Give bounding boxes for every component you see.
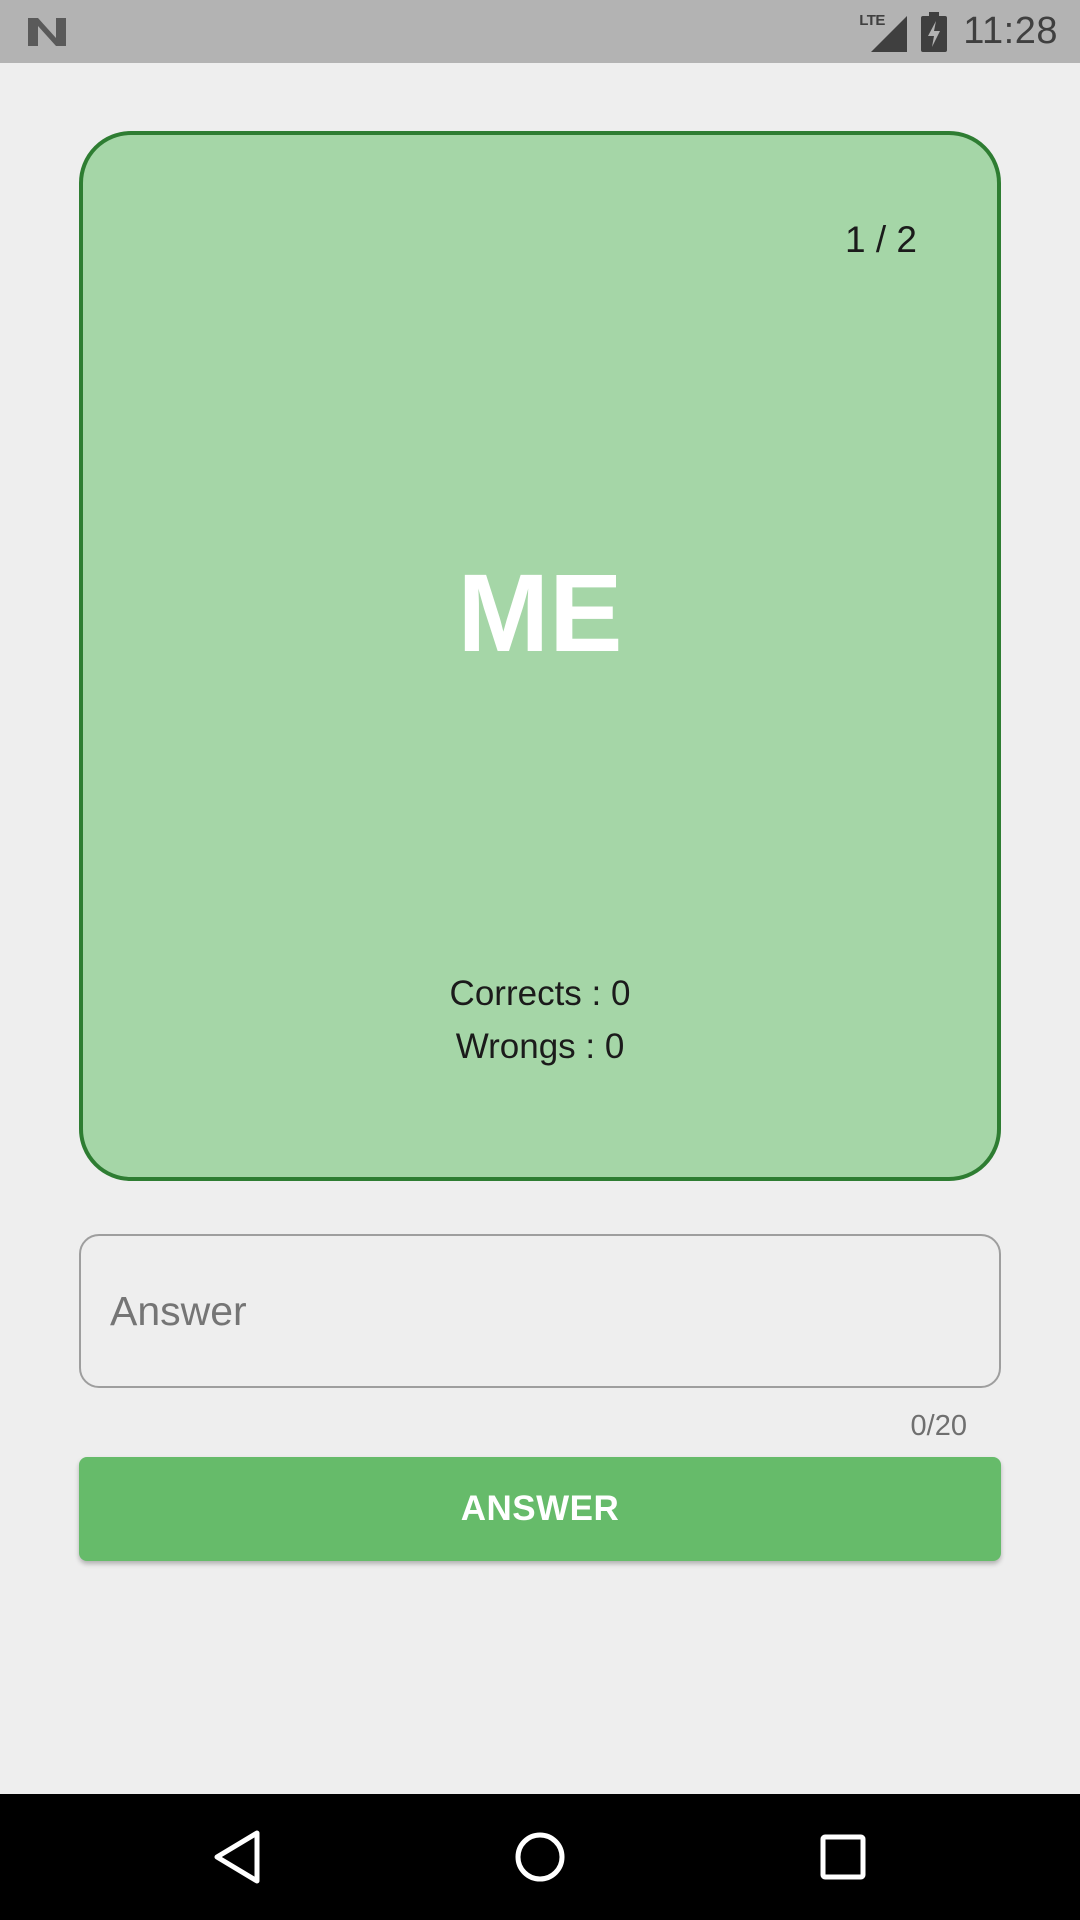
notification-n-icon [28,18,66,46]
signal-icon: LTE [859,10,909,54]
wrongs-count: Wrongs : 0 [455,1027,625,1066]
back-button[interactable] [177,1794,297,1920]
home-button[interactable] [480,1794,600,1920]
recents-icon [820,1834,866,1880]
home-icon [515,1832,565,1882]
back-icon [214,1830,260,1884]
card-progress: 1 / 2 [845,219,917,260]
answer-button[interactable]: ANSWER [79,1457,1001,1561]
navigation-bar [0,1794,1080,1920]
score-stats: Corrects : 0 Wrongs : 0 [83,967,997,1073]
status-icons: LTE 11:28 [859,0,1058,63]
answer-input[interactable] [110,1236,970,1386]
corrects-count: Corrects : 0 [449,974,631,1013]
answer-field[interactable] [79,1234,1001,1388]
flashcard[interactable]: 1 / 2 ME Corrects : 0 Wrongs : 0 [79,131,1001,1181]
recents-button[interactable] [783,1794,903,1920]
card-word: ME [457,552,623,675]
battery-charging-icon [921,11,948,52]
clock: 11:28 [963,10,1058,52]
status-bar: LTE 11:28 [0,0,1080,63]
character-counter: 0/20 [910,1410,967,1442]
